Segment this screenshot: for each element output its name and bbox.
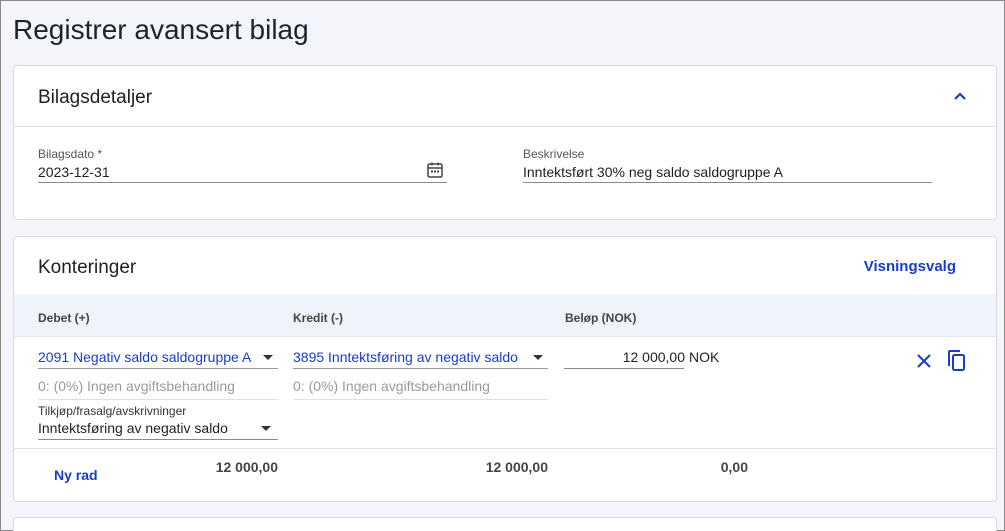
voucher-date-input[interactable]: 2023-12-31 [38, 164, 110, 180]
page-title: Registrer avansert bilag [13, 14, 309, 45]
dimension-underline [38, 439, 278, 440]
credit-vat-underline [293, 399, 548, 400]
column-debit: Debet (+) [38, 311, 90, 325]
column-amount: Beløp (NOK) [565, 311, 637, 325]
copy-icon[interactable] [945, 349, 967, 373]
postings-title: Konteringer [38, 257, 137, 278]
view-options-button[interactable]: Visningsvalg [864, 258, 956, 275]
voucher-details-title: Bilagsdetaljer [38, 87, 153, 108]
voucher-details-card: Bilagsdetaljer Bilagsdato * 2023-12-31 B… [13, 65, 997, 220]
divider [14, 126, 996, 127]
chevron-down-icon[interactable] [261, 426, 271, 431]
chevron-down-icon[interactable] [263, 355, 273, 360]
voucher-date-label: Bilagsdato * [38, 147, 103, 161]
close-icon[interactable] [916, 353, 932, 369]
debit-vat-underline [38, 399, 278, 400]
column-credit: Kredit (-) [293, 311, 343, 325]
description-underline [523, 182, 932, 183]
credit-total: 12 000,00 [485, 459, 548, 475]
debit-account-select[interactable]: 2091 Negativ saldo saldogruppe A [38, 349, 262, 365]
description-input[interactable]: Inntektsført 30% neg saldo saldogruppe A [523, 164, 783, 180]
postings-table-header: Debet (+) Kredit (-) Beløp (NOK) [14, 294, 996, 337]
currency-label: NOK [689, 349, 720, 365]
postings-card: Konteringer Visningsvalg Debet (+) Kredi… [13, 236, 997, 502]
description-label: Beskrivelse [523, 147, 585, 161]
new-row-button[interactable]: Ny rad [54, 467, 98, 483]
next-section-card [13, 517, 997, 531]
dimension-select[interactable]: Inntektsføring av negativ saldo [38, 420, 228, 436]
debit-total: 12 000,00 [215, 459, 278, 475]
credit-vat-select[interactable]: 0: (0%) Ingen avgiftsbehandling [293, 378, 490, 394]
debit-account-underline [38, 368, 278, 369]
chevron-up-icon[interactable] [952, 88, 968, 104]
divider [14, 448, 996, 449]
voucher-date-underline [38, 182, 447, 183]
credit-account-underline [293, 368, 548, 369]
dimension-label: Tilkjøp/frasalg/avskrivninger [38, 404, 187, 418]
difference-total: 0,00 [720, 459, 748, 475]
amount-input[interactable]: 12 000,00 [564, 349, 685, 365]
calendar-icon[interactable] [426, 161, 444, 179]
credit-account-select[interactable]: 3895 Inntektsføring av negativ saldo [293, 349, 533, 365]
chevron-down-icon[interactable] [533, 355, 543, 360]
debit-vat-select[interactable]: 0: (0%) Ingen avgiftsbehandling [38, 378, 235, 394]
amount-underline [564, 368, 684, 369]
